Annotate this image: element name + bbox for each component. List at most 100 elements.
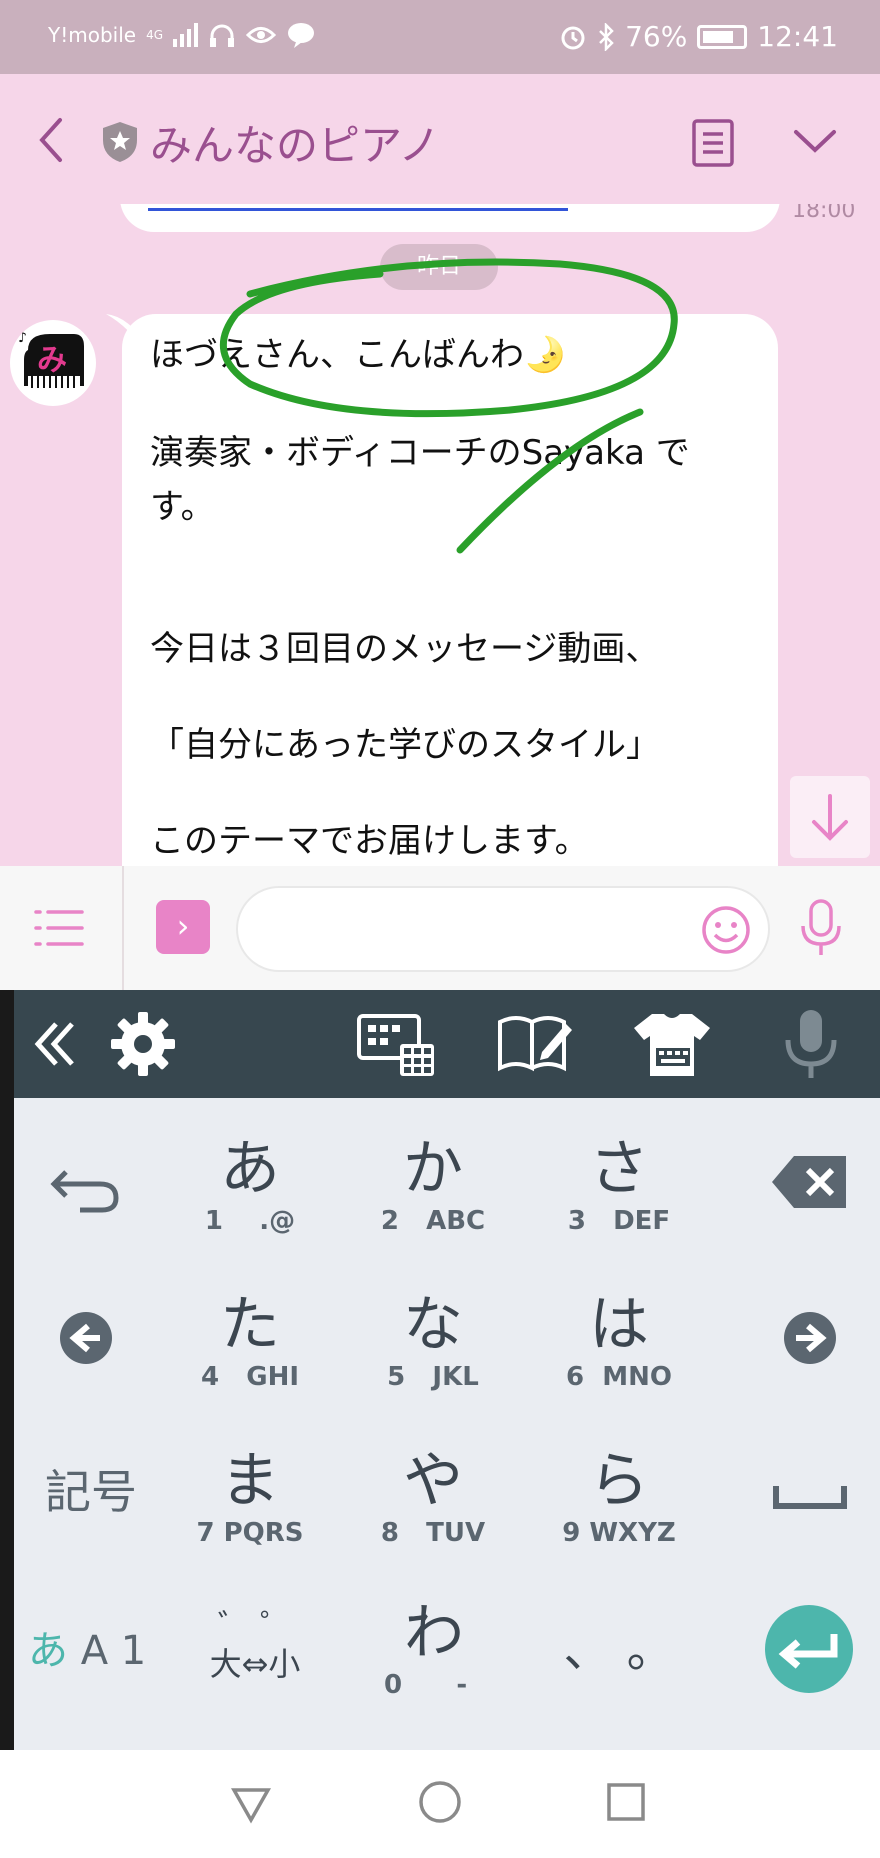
key-sub: .@ — [259, 1206, 296, 1236]
network-label: 4G — [146, 28, 164, 42]
key-number: 7 — [196, 1518, 215, 1548]
key-ka[interactable]: か2 ABC — [358, 1134, 508, 1236]
message-line: 「自分にあった学びのスタイル」 — [150, 725, 660, 765]
headphones-icon — [210, 24, 235, 47]
space-icon[interactable] — [770, 1480, 850, 1514]
mic-icon[interactable] — [796, 898, 846, 958]
message-line: す。 — [150, 487, 215, 527]
collapse-icon[interactable] — [30, 1008, 80, 1080]
eye-icon — [246, 27, 277, 43]
emoji-icon[interactable] — [700, 904, 752, 956]
navigation-bar — [0, 1750, 880, 1858]
chevron-down-icon[interactable] — [790, 124, 840, 160]
svg-text:み: み — [37, 343, 67, 378]
keyboard-edge — [0, 990, 14, 1750]
carrier-label: Y!mobile — [48, 23, 137, 47]
symbols-key[interactable]: 記号 — [36, 1456, 146, 1522]
key-ra[interactable]: ら9 WXYZ — [544, 1446, 694, 1548]
key-sub: DEF — [613, 1206, 671, 1236]
key-a[interactable]: あ1 .@ — [180, 1134, 320, 1236]
mode-kana-label: あ — [28, 1628, 68, 1674]
key-kana: ま — [220, 1446, 280, 1516]
avatar[interactable]: み ♪ — [10, 320, 96, 406]
nav-back-icon[interactable] — [230, 1784, 272, 1824]
key-number: 8 — [380, 1518, 399, 1548]
line-icon — [288, 23, 315, 48]
keyboard-toolbar — [0, 990, 880, 1098]
message-input-bar: › — [0, 866, 880, 990]
back-icon[interactable] — [32, 112, 72, 168]
nav-home-icon[interactable] — [418, 1780, 462, 1824]
date-divider: 昨日 — [380, 244, 498, 290]
key-ha[interactable]: は6 MNO — [544, 1290, 694, 1392]
status-bar: Y!mobile 4G 76% 12:41 — [0, 0, 880, 74]
message-input[interactable] — [236, 886, 770, 972]
size-toggle-label: 大⇔小 — [209, 1645, 301, 1683]
previous-message-link[interactable] — [148, 208, 568, 211]
piano-logo-icon: み ♪ — [18, 330, 84, 388]
previous-message-time: 18:00 — [792, 204, 856, 223]
key-sub: TUV — [426, 1518, 486, 1548]
key-kana: わ — [404, 1598, 464, 1668]
nav-recents-icon[interactable] — [606, 1782, 646, 1822]
key-kana: ら — [589, 1446, 649, 1516]
key-kana: あ — [220, 1134, 280, 1204]
gear-icon[interactable] — [106, 1008, 180, 1080]
bluetooth-icon — [599, 22, 614, 51]
battery-icon — [697, 24, 748, 49]
key-number: 1 — [204, 1206, 223, 1236]
key-ma[interactable]: ま7 PQRS — [180, 1446, 320, 1548]
undo-icon[interactable] — [50, 1162, 122, 1218]
message-line: 演奏家・ボディコーチのSayaka で — [150, 433, 690, 473]
scroll-to-bottom-button[interactable] — [790, 776, 870, 858]
key-sub: ABC — [426, 1206, 486, 1236]
key-number: 3 — [567, 1206, 586, 1236]
mode-rest-label: A 1 — [80, 1628, 147, 1674]
clock: 12:41 — [757, 20, 838, 53]
key-number: 5 — [387, 1362, 406, 1392]
key-wa[interactable]: わ 0 - — [384, 1598, 484, 1700]
key-number: 9 — [562, 1518, 581, 1548]
key-kana: さ — [589, 1134, 649, 1204]
punctuation-key[interactable]: 、 。 — [554, 1620, 684, 1680]
key-sub: WXYZ — [589, 1518, 676, 1548]
chat-area[interactable]: 18:00 昨日 み ♪ ほづえさん、こんばんわ🌛 演奏家・ボディコーチのSay… — [0, 204, 880, 866]
key-kana: た — [220, 1290, 280, 1360]
key-na[interactable]: な5 JKL — [358, 1290, 508, 1392]
alarm-icon — [561, 26, 585, 49]
message-line: このテーマでお届けします。 — [150, 821, 589, 861]
cursor-left-icon[interactable] — [58, 1310, 114, 1366]
message-line: 今日は３回目のメッセージ動画、 — [150, 629, 660, 669]
key-number: 6 — [566, 1362, 585, 1392]
expand-icon[interactable]: › — [156, 900, 210, 954]
message-bubble[interactable]: ほづえさん、こんばんわ🌛 演奏家・ボディコーチのSayaka で す。 今日は３… — [122, 314, 778, 866]
chat-header: みんなのピアノ — [0, 74, 880, 204]
backspace-icon[interactable] — [770, 1154, 850, 1210]
key-kana: か — [403, 1134, 463, 1204]
mic-icon[interactable] — [780, 1008, 842, 1080]
key-number: 2 — [380, 1206, 399, 1236]
keyboard: 記号 あ A 1 あ1 .@ か2 ABC さ3 DEF た4 GHI な5 J… — [14, 1098, 880, 1750]
key-sub: - — [456, 1670, 468, 1700]
key-kana: は — [589, 1290, 649, 1360]
key-ta[interactable]: た4 GHI — [180, 1290, 320, 1392]
key-kana: や — [403, 1446, 463, 1516]
divider — [122, 866, 124, 990]
dictionary-icon[interactable] — [494, 1008, 576, 1080]
keypad-icon[interactable] — [356, 1008, 438, 1080]
dakuten-key[interactable]: ゛ ゜ 大⇔小 — [190, 1608, 320, 1684]
key-sa[interactable]: さ3 DEF — [544, 1134, 694, 1236]
theme-icon[interactable] — [630, 1008, 714, 1080]
key-sub: JKL — [432, 1362, 479, 1392]
enter-icon[interactable] — [764, 1604, 854, 1694]
mode-toggle-key[interactable]: あ A 1 — [28, 1618, 158, 1676]
key-sub: PQRS — [223, 1518, 304, 1548]
menu-icon[interactable] — [32, 906, 86, 950]
cursor-right-icon[interactable] — [782, 1310, 838, 1366]
key-number: 0 — [384, 1670, 403, 1700]
signal-icon — [173, 23, 199, 47]
notes-icon[interactable] — [690, 118, 736, 168]
page-title: みんなのピアノ — [150, 121, 441, 170]
key-sub: MNO — [602, 1362, 672, 1392]
key-ya[interactable]: や8 TUV — [358, 1446, 508, 1548]
